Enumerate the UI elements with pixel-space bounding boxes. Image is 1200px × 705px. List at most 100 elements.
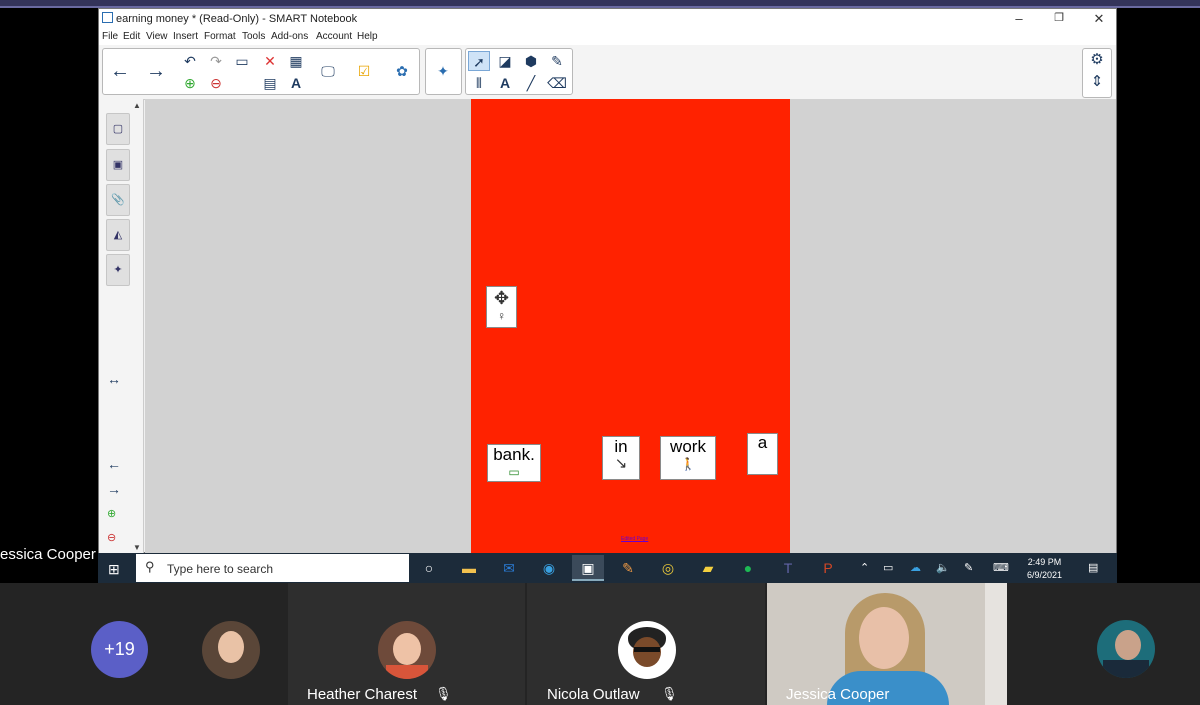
volume-icon[interactable]: 🔈 — [936, 561, 950, 574]
pens-icon[interactable]: ⫴ — [468, 73, 490, 93]
word-card-a[interactable]: a — [747, 433, 778, 475]
select-pointer-icon[interactable]: ➚ — [468, 51, 490, 71]
delete-page-side-icon[interactable]: ⊖ — [107, 531, 116, 544]
move-toolbar-icon[interactable]: ⇕ — [1083, 71, 1111, 93]
smart-notebook-taskbar-icon[interactable]: ▣ — [572, 555, 604, 581]
task-view-icon[interactable]: ○ — [413, 555, 445, 581]
text-format-icon[interactable]: A — [285, 73, 307, 93]
add-page-side-icon[interactable]: ⊕ — [107, 507, 116, 520]
toolbar-group-addons: ✦ — [425, 48, 462, 95]
participant-avatar-2[interactable] — [1097, 620, 1155, 678]
windows-start-icon[interactable]: ⊞ — [108, 561, 120, 578]
chrome-icon[interactable]: ◎ — [652, 555, 684, 581]
video-wall — [985, 583, 1007, 705]
delete-page-icon[interactable]: ⊖ — [205, 73, 227, 93]
powerpoint-icon[interactable]: P — [812, 555, 844, 581]
menu-addons[interactable]: Add-ons — [271, 31, 308, 42]
edge-icon[interactable]: ◉ — [533, 555, 565, 581]
spotify-icon[interactable]: ● — [732, 555, 764, 581]
word-a: a — [757, 433, 768, 452]
menu-format[interactable]: Format — [204, 31, 236, 42]
fill-icon[interactable]: ⬢ — [520, 51, 542, 71]
properties-icon[interactable]: ◭ — [106, 219, 130, 251]
scroll-down-icon[interactable]: ▼ — [133, 543, 141, 552]
line-tool-icon[interactable]: ╱ — [520, 73, 542, 93]
response-icon[interactable]: ☑ — [353, 61, 375, 81]
page-sorter-icon[interactable]: ▢ — [106, 113, 130, 145]
delete-icon[interactable]: ✕ — [259, 51, 281, 71]
participant-strip: +19 Heather Charest 🎙 Nicola Outlaw 🎙 Je… — [0, 583, 1200, 705]
menu-edit[interactable]: Edit — [123, 31, 140, 42]
menu-file[interactable]: File — [102, 31, 118, 42]
toolbar-group-draw: ➚ ◪ ⬢ ✎ ⫴ A ╱ ⌫ — [465, 48, 573, 95]
minimize-button[interactable]: – — [1004, 11, 1034, 26]
onedrive-icon[interactable]: ☁ — [910, 561, 921, 574]
toolbar-group-main: ← → ↶ ↷ ▭ ✕ ▦ ⊕ ⊖ ▤ A 🖵 ☑ ✿ — [102, 48, 420, 95]
menu-tools[interactable]: Tools — [242, 31, 265, 42]
toolbar: ← → ↶ ↷ ▭ ✕ ▦ ⊕ ⊖ ▤ A 🖵 ☑ ✿ ✦ ➚ ◪ ⬢ ✎ ⫴ … — [99, 45, 1116, 100]
participant-tile-heather[interactable]: Heather Charest 🎙 — [288, 583, 525, 705]
taskbar-clock[interactable]: 2:49 PM 6/9/2021 — [1027, 556, 1062, 582]
word-in: in — [614, 437, 628, 456]
next-page-icon[interactable]: → — [107, 481, 121, 497]
open-folder-icon[interactable]: ▭ — [231, 51, 253, 71]
eraser-icon[interactable]: ⌫ — [546, 73, 568, 93]
scroll-up-icon[interactable]: ▲ — [133, 101, 141, 110]
mic-muted-icon: 🎙 — [435, 686, 452, 701]
pen-icon[interactable]: ✎ — [546, 51, 568, 71]
pen-tray-icon[interactable]: ✎ — [964, 561, 973, 574]
screen-shade-icon[interactable]: ▤ — [259, 73, 281, 93]
puzzle-icon[interactable]: ✦ — [432, 61, 454, 81]
worker-icon: 🚶 — [680, 457, 696, 471]
participant-video-jessica[interactable]: Jessica Cooper — [767, 583, 1007, 705]
notifications-icon[interactable]: ▤ — [1088, 561, 1098, 574]
gear-icon[interactable]: ⚙ — [1083, 49, 1111, 71]
resize-panel-icon[interactable]: ↔ — [107, 371, 121, 387]
prev-page-icon[interactable]: ← — [107, 456, 121, 472]
gallery-icon[interactable]: ▣ — [106, 149, 130, 181]
participant-tile-nicola[interactable]: Nicola Outlaw 🎙 — [527, 583, 765, 705]
word-card-in[interactable]: in ↘ — [602, 436, 640, 480]
back-arrow-icon[interactable]: ← — [109, 61, 131, 81]
addons-tab-icon[interactable]: ✦ — [106, 254, 130, 286]
smart-notebook-window: earning money * (Read-Only) - SMART Note… — [98, 8, 1117, 554]
menu-view[interactable]: View — [146, 31, 168, 42]
menu-insert[interactable]: Insert — [173, 31, 198, 42]
display-icon[interactable]: 🖵 — [317, 61, 339, 81]
add-page-icon[interactable]: ⊕ — [179, 73, 201, 93]
forward-arrow-icon[interactable]: → — [145, 61, 167, 81]
clock-date: 6/9/2021 — [1027, 570, 1063, 580]
tray-expand-icon[interactable]: ⌃ — [860, 561, 869, 574]
keyboard-icon[interactable]: ⌨ — [993, 561, 1009, 574]
addon-icon[interactable]: ✿ — [391, 61, 413, 81]
word-card-bank[interactable]: bank. ▭ — [487, 444, 541, 482]
file-explorer-icon[interactable]: ▬ — [453, 555, 485, 581]
page-footer-link[interactable]: Edited Page — [621, 536, 648, 542]
shapes-icon[interactable]: ◪ — [494, 51, 516, 71]
move-cursor-icon: ✥ — [493, 288, 510, 308]
sticky-notes-icon[interactable]: ▰ — [692, 555, 724, 581]
undo-icon[interactable]: ↶ — [179, 51, 201, 71]
attachments-icon[interactable]: 📎 — [106, 184, 130, 216]
redo-icon[interactable]: ↷ — [205, 51, 227, 71]
table-icon[interactable]: ▦ — [285, 51, 307, 71]
restore-button[interactable]: ❐ — [1044, 11, 1074, 24]
taskbar-search[interactable]: ⚲ Type here to search — [136, 554, 409, 582]
nicola-avatar — [618, 621, 676, 679]
participant-avatar-1[interactable] — [202, 621, 260, 679]
word-card-work[interactable]: work 🚶 — [660, 436, 716, 480]
text-tool-icon[interactable]: A — [494, 73, 516, 93]
menu-account[interactable]: Account — [316, 31, 352, 42]
menu-bar: File Edit View Insert Format Tools Add-o… — [99, 29, 1116, 45]
side-panel: ▢ ▣ 📎 ◭ ✦ ↔ ← → ⊕ ⊖ ▲ ▼ — [99, 99, 144, 554]
close-button[interactable]: ✕ — [1084, 11, 1114, 27]
video-person-face — [859, 607, 909, 669]
more-participants-badge[interactable]: +19 — [91, 621, 148, 678]
teams-icon[interactable]: T — [772, 555, 804, 581]
outlook-icon[interactable]: ✉ — [493, 555, 525, 581]
word-bank: bank. — [493, 445, 535, 464]
menu-help[interactable]: Help — [357, 31, 378, 42]
battery-icon: ▭ — [883, 562, 894, 574]
smart-ink-icon[interactable]: ✎ — [612, 555, 644, 581]
image-card-person[interactable]: ✥ ♀ — [486, 286, 517, 328]
